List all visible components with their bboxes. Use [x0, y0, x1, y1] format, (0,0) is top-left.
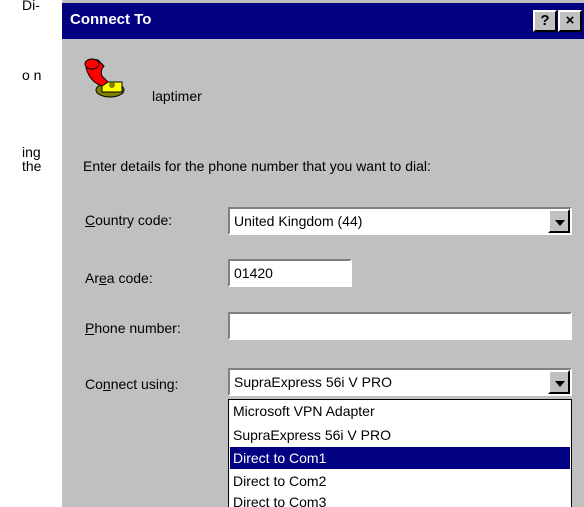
help-button[interactable]: ?	[533, 10, 557, 32]
phone-number-field[interactable]	[228, 312, 572, 340]
bg-fragment-1: Di-	[22, 0, 40, 13]
connect-using-value: SupraExpress 56i V PRO	[234, 374, 392, 390]
connect-using-label: Connect using:	[85, 376, 179, 392]
list-item[interactable]: Direct to Com2	[230, 470, 570, 492]
close-button[interactable]: ×	[558, 10, 582, 32]
dialog-title: Connect To	[70, 11, 152, 28]
connect-using-dropdown-list[interactable]: Microsoft VPN Adapter SupraExpress 56i V…	[228, 399, 572, 507]
area-code-label: Area code:	[85, 270, 153, 286]
chevron-down-icon[interactable]	[548, 370, 570, 394]
phone-number-label: Phone number:	[85, 320, 181, 336]
area-code-value: 01420	[234, 265, 273, 281]
connect-using-select[interactable]: SupraExpress 56i V PRO	[228, 368, 572, 396]
list-item[interactable]: Microsoft VPN Adapter	[230, 400, 570, 422]
country-code-select[interactable]: United Kingdom (44)	[228, 207, 572, 235]
bg-fragment-3: ing	[22, 144, 41, 160]
area-code-field[interactable]: 01420	[228, 259, 352, 287]
telephone-icon	[80, 54, 130, 104]
list-item[interactable]: Direct to Com3	[230, 491, 570, 507]
chevron-down-icon[interactable]	[548, 209, 570, 233]
instruction-text: Enter details for the phone number that …	[83, 158, 431, 174]
list-item[interactable]: SupraExpress 56i V PRO	[230, 424, 570, 446]
bg-fragment-2: o n	[22, 67, 42, 83]
list-item-selected[interactable]: Direct to Com1	[230, 447, 570, 469]
bg-fragment-4: the	[22, 158, 42, 174]
country-code-value: United Kingdom (44)	[234, 213, 363, 229]
connection-name: laptimer	[152, 88, 202, 104]
country-code-label: Country code:	[85, 212, 173, 228]
